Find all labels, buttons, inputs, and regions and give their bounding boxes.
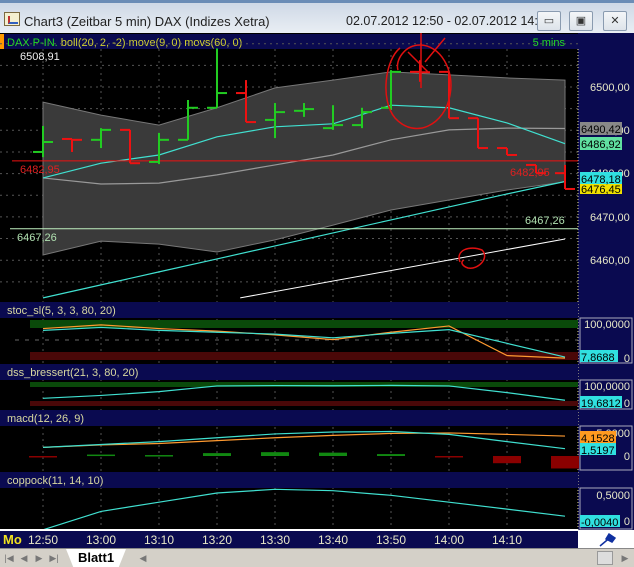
coppock-title: coppock(11, 14, 10) bbox=[7, 475, 103, 487]
chart-area[interactable]: DAX P-IN. boll(20, 2, -2) move(9, 0) movs… bbox=[0, 0, 634, 548]
macd-histogram-bar bbox=[29, 456, 57, 458]
macd-zero: 0 bbox=[624, 451, 630, 463]
red-line-label-right: 6482,95 bbox=[510, 167, 550, 179]
macd-value: 1,5197 bbox=[581, 445, 615, 457]
time-tick-label: 13:10 bbox=[144, 533, 174, 547]
dss-zero: 0 bbox=[624, 398, 630, 410]
window-titlebar: Chart3 (Zeitbar 5 min) DAX (Indizes Xetr… bbox=[0, 0, 634, 33]
scroll-left-button[interactable]: ◀ bbox=[136, 552, 150, 565]
macd-signal-line bbox=[42, 432, 566, 448]
first-sheet-button[interactable]: |◀ bbox=[2, 552, 16, 565]
tab-blatt1[interactable]: Blatt1 bbox=[66, 549, 126, 567]
axis-label: 6470,00 bbox=[590, 212, 630, 224]
chart-svg[interactable]: DAX P-IN. boll(20, 2, -2) move(9, 0) movs… bbox=[0, 0, 634, 548]
scrollbar-thumb[interactable] bbox=[597, 551, 613, 565]
macd-histogram-bar bbox=[551, 456, 579, 469]
time-tick-label: 13:40 bbox=[318, 533, 348, 547]
macd-header bbox=[0, 410, 578, 426]
macd-histogram-bar bbox=[203, 453, 231, 456]
dss-title: dss_bressert(21, 3, 80, 20) bbox=[7, 367, 138, 379]
maximize-button[interactable]: ▣ bbox=[569, 11, 593, 31]
green-line-label: 6467,26 bbox=[17, 232, 57, 244]
boll-mid-value: 6490,42 bbox=[581, 124, 621, 136]
coppock-line bbox=[42, 488, 566, 531]
green-line-label-right: 6467,26 bbox=[525, 215, 565, 227]
indicator-list: boll(20, 2, -2) move(9, 0) movs(60, 0) bbox=[61, 37, 243, 49]
header-legend: DAX P-IN. boll(20, 2, -2) move(9, 0) movs… bbox=[7, 37, 242, 49]
header-marker bbox=[0, 34, 4, 49]
time-tick-label: 14:10 bbox=[492, 533, 522, 547]
day-label: Mo bbox=[3, 532, 22, 547]
stoch-zero: 0 bbox=[624, 353, 630, 365]
macd-histogram-bar bbox=[319, 452, 347, 456]
dss-line bbox=[42, 384, 566, 401]
stoch-oversold-zone bbox=[30, 352, 578, 360]
macd-histogram-bar bbox=[87, 454, 115, 457]
red-line-label: 6482,95 bbox=[20, 164, 60, 176]
time-tick-label: 13:50 bbox=[376, 533, 406, 547]
next-sheet-button[interactable]: ▶ bbox=[32, 552, 46, 565]
time-tick-label: 13:20 bbox=[202, 533, 232, 547]
macd-histogram-bar bbox=[261, 452, 289, 456]
coppock-zero: 0 bbox=[624, 516, 630, 528]
dss-oversold-zone bbox=[30, 401, 578, 406]
time-tick-label: 12:50 bbox=[28, 533, 58, 547]
time-tick-label: 14:00 bbox=[434, 533, 464, 547]
minimize-button[interactable]: ▭ bbox=[537, 11, 561, 31]
trendline bbox=[240, 238, 566, 299]
ohlc-bar bbox=[207, 48, 227, 109]
time-tick-label: 13:30 bbox=[260, 533, 290, 547]
macd-histogram-bar bbox=[377, 454, 405, 456]
stoch-top: 100,0000 bbox=[584, 319, 630, 331]
stoch-overbought-zone bbox=[30, 320, 578, 328]
sheet-tabbar: |◀ ◀ ▶ ▶| Blatt1 ◀ ▶ bbox=[0, 548, 634, 567]
macd-histogram-bar bbox=[145, 455, 173, 457]
macd-title: macd(12, 26, 9) bbox=[7, 413, 84, 425]
coppock-value: -0,0040 bbox=[581, 517, 618, 529]
movs-value: 6478,18 bbox=[581, 174, 621, 186]
stoch-value: 7,8688 bbox=[581, 352, 615, 364]
move-value: 6486,92 bbox=[581, 139, 621, 151]
bollinger-band bbox=[42, 71, 566, 256]
macd-histogram-bar bbox=[493, 456, 521, 464]
axis-label: 6500,00 bbox=[590, 82, 630, 94]
date-range: 02.07.2012 12:50 - 02.07.2012 14:20 bbox=[346, 14, 552, 28]
time-tick-label: 13:00 bbox=[86, 533, 116, 547]
dss-value: 19,6812 bbox=[581, 398, 621, 410]
axis-label: 6460,00 bbox=[590, 255, 630, 267]
coppock-top: 0,5000 bbox=[596, 490, 630, 502]
high-label: 6508,91 bbox=[20, 51, 60, 63]
close-button[interactable]: ✕ bbox=[603, 11, 627, 31]
last-sheet-button[interactable]: ▶| bbox=[47, 552, 61, 565]
instrument-name: DAX P-IN. bbox=[7, 37, 58, 49]
stoch-title: stoc_sl(5, 3, 3, 80, 20) bbox=[7, 305, 116, 317]
chart-app-icon bbox=[4, 12, 20, 26]
dss-top: 100,0000 bbox=[584, 381, 630, 393]
prev-sheet-button[interactable]: ◀ bbox=[17, 552, 31, 565]
macd-histogram-bar bbox=[435, 456, 463, 458]
window-title: Chart3 (Zeitbar 5 min) DAX (Indizes Xetr… bbox=[24, 14, 270, 29]
interval-label: 5 mins bbox=[533, 37, 566, 49]
scroll-right-button[interactable]: ▶ bbox=[618, 552, 632, 565]
